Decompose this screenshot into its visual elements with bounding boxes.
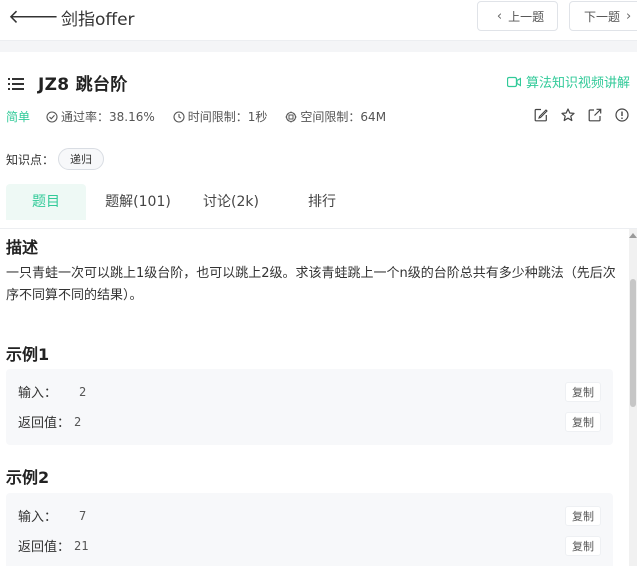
example-2-heading: 示例2 [6,468,50,487]
video-link-label: 算法知识视频讲解 [525,76,630,91]
scroll-up-arrow-icon[interactable] [629,233,637,238]
problem-description: 一只青蛙一次可以跳上1级台阶，也可以跳上2级。求该青蛙跳上一个n级的台阶总共有多… [6,266,616,303]
problem-content: 描述 一只青蛙一次可以跳上1级台阶，也可以跳上2级。求该青蛙跳上一个n级的台阶总… [0,229,628,566]
tab-problem[interactable]: 题目 [6,184,86,220]
copy-button[interactable]: 复制 [565,536,601,556]
video-icon [506,76,521,87]
copy-button[interactable]: 复制 [565,412,601,432]
chevron-left-icon: ‹ [496,8,503,24]
question-title: JZ8 跳台阶 [38,75,128,95]
time-limit: 时间限制：1秒 [173,108,268,125]
copy-button[interactable]: 复制 [565,506,601,526]
pass-rate-text: 通过率：38.16% [61,110,155,124]
space-limit-text: 空间限制：64M [300,110,387,124]
example-2-box: 输入： 7 复制 返回值： 21 复制 [6,493,613,566]
input-label: 输入： [18,386,58,401]
clock-icon [173,110,185,123]
check-circle-icon [46,110,58,123]
pass-rate: 通过率：38.16% [46,108,155,125]
input-value: 7 [79,508,87,523]
tab-solutions[interactable]: 题解(101) [86,184,190,220]
output-value: 21 [74,538,89,553]
question-tabs: 题目 题解(101) 讨论(2k) 排行 [6,184,631,220]
example-1-output: 返回值： 2 [18,412,82,432]
question-tools [521,108,629,122]
share-icon[interactable] [588,108,602,122]
tab-discussion[interactable]: 讨论(2k) [190,184,272,220]
knowledge-tag[interactable]: 递归 [58,148,105,170]
description-heading: 描述 [6,238,39,257]
knowledge-label: 知识点： [6,152,55,167]
star-icon[interactable] [561,108,575,122]
example-1-input: 输入： 2 [18,382,87,402]
chip-icon [285,111,297,122]
example-1-box: 输入： 2 复制 返回值： 2 复制 [6,369,613,445]
difficulty-label: 简单 [6,110,31,124]
example-1-heading: 示例1 [6,345,50,364]
copy-button[interactable]: 复制 [565,382,601,402]
tab-ranking[interactable]: 排行 [272,184,372,220]
list-icon[interactable] [8,76,24,90]
back-label: 剑指offer [60,10,135,30]
time-limit-text: 时间限制：1秒 [187,110,268,124]
example-2-output: 返回值： 21 [18,536,89,556]
prev-question-button[interactable]: ‹ 上一题 [477,1,558,31]
example-2-input: 输入： 7 [18,506,87,526]
chevron-right-icon: › [626,8,632,24]
arrow-left-icon: 🡐 [8,6,59,28]
knowledge-points: 知识点： 递归 [6,148,105,170]
edit-icon[interactable] [534,108,548,122]
space-limit: 空间限制：64M [285,108,386,125]
output-value: 2 [74,414,82,429]
scrollbar-thumb[interactable] [630,279,636,407]
output-label: 返回值： [18,416,71,431]
output-label: 返回值： [18,540,71,555]
input-value: 2 [79,384,87,399]
title-row: JZ8 跳台阶 [8,70,128,95]
content-scrollbar[interactable] [629,229,637,566]
question-card: JZ8 跳台阶 算法知识视频讲解 简单 通过率：38.16% 时间限制：1秒 空… [0,52,637,566]
info-icon[interactable] [615,108,629,122]
back-button[interactable]: 🡐 剑指offer [8,5,135,31]
video-lecture-link[interactable]: 算法知识视频讲解 [506,72,630,91]
top-bar: 🡐 剑指offer ‹ 上一题 下一题 › [0,0,637,41]
input-label: 输入： [18,510,58,525]
next-question-button[interactable]: 下一题 › [569,1,637,31]
next-label: 下一题 [584,9,621,24]
prev-label: 上一题 [508,9,545,24]
meta-row: 简单 通过率：38.16% 时间限制：1秒 空间限制：64M [6,108,404,125]
